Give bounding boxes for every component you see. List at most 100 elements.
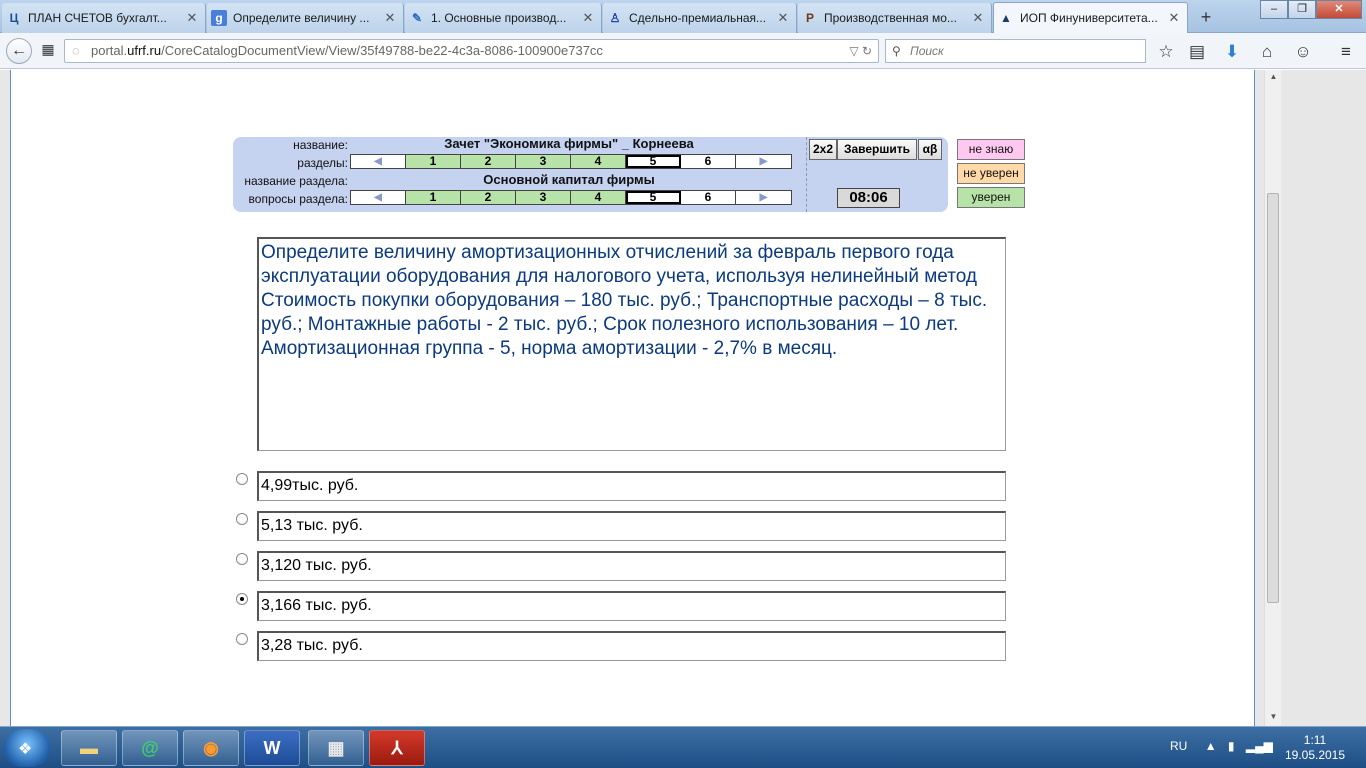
question-cell[interactable]: 6 — [681, 191, 736, 204]
tab-close-icon[interactable]: ✕ — [971, 10, 985, 26]
prev-section-icon[interactable]: ◀ — [351, 155, 406, 168]
grid-2x2-button[interactable]: 2x2 — [809, 139, 837, 160]
tab-favicon-icon: P — [805, 11, 814, 25]
new-tab-button[interactable]: + — [1196, 7, 1216, 28]
not-sure-button[interactable]: не уверен — [957, 163, 1025, 184]
calculator-taskbar-icon[interactable]: ▦ — [308, 730, 364, 766]
mail-agent-taskbar-icon[interactable]: @ — [122, 730, 178, 766]
answer-option[interactable]: 5,13 тыс. руб. — [257, 511, 1006, 541]
section-cell-current[interactable]: 5 — [626, 155, 681, 168]
tab-title: Определите величину ... — [233, 11, 370, 25]
question-cell[interactable]: 3 — [516, 191, 571, 204]
window-controls: – ❐ ✕ — [1260, 0, 1362, 19]
answer-option[interactable]: 4,99тыс. руб. — [257, 471, 1006, 501]
url-domain: ufrf.ru — [127, 43, 162, 58]
tab-favicon-icon: g — [211, 10, 227, 26]
section-title: Основной капитал фирмы — [483, 172, 655, 187]
search-icon: ⚲ — [892, 44, 901, 58]
url-path: /CoreCatalogDocumentView/View/35f49788-b… — [161, 43, 603, 58]
scroll-thumb[interactable] — [1267, 193, 1279, 603]
tab-opredelite[interactable]: g Определите величину ... ✕ — [207, 3, 404, 33]
tab-plan-schetov[interactable]: Ц ПЛАН СЧЕТОВ бухгалт... ✕ — [2, 3, 206, 33]
home-icon[interactable]: ⌂ — [1256, 41, 1278, 63]
tab-close-icon[interactable]: ✕ — [185, 10, 199, 26]
panel-divider — [806, 137, 807, 212]
tab-favicon-icon: ✎ — [411, 11, 423, 25]
answer-option[interactable]: 3,120 тыс. руб. — [257, 551, 1006, 581]
label-section-name: название раздела: — [244, 174, 348, 188]
search-input[interactable]: ⚲ Поиск — [885, 39, 1146, 63]
question-cell[interactable]: 1 — [406, 191, 461, 204]
question-cell[interactable]: 2 — [461, 191, 516, 204]
next-question-icon[interactable]: ▶ — [736, 191, 791, 204]
windows-taskbar: ❖ ▬ @ ◉ W ▦ ⅄ RU ▲ ▮ ▂▄▆ 1:11 19.05.2015 — [0, 726, 1366, 768]
tab-favicon-icon: ♙ — [609, 11, 621, 25]
answer-radio[interactable] — [236, 553, 248, 565]
globe-icon: ◌ — [72, 43, 80, 58]
firefox-taskbar-icon[interactable]: ◉ — [183, 730, 239, 766]
tab-iop-active[interactable]: ▲ ИОП Финуниверситета... ✕ — [993, 2, 1188, 33]
section-cell[interactable]: 4 — [571, 155, 626, 168]
bookmarks-list-icon[interactable]: ▤ — [1186, 41, 1208, 63]
word-taskbar-icon[interactable]: W — [244, 730, 300, 766]
question-cell-current[interactable]: 5 — [626, 191, 681, 204]
sure-button[interactable]: уверен — [957, 187, 1025, 208]
start-button[interactable]: ❖ — [4, 729, 50, 767]
tab-close-icon[interactable]: ✕ — [1167, 10, 1181, 26]
vertical-scrollbar[interactable]: ▲ ▼ — [1264, 70, 1281, 726]
smiley-icon[interactable]: ☺ — [1292, 41, 1314, 63]
reload-icon[interactable]: ▽ ↻ — [849, 40, 872, 62]
tab-close-icon[interactable]: ✕ — [581, 10, 595, 26]
timer-display: 08:06 — [837, 188, 900, 208]
system-clock[interactable]: 1:11 19.05.2015 — [1280, 733, 1350, 763]
system-tray: RU ▲ ▮ ▂▄▆ — [1170, 739, 1273, 753]
back-arrow-icon[interactable]: ← — [6, 38, 32, 64]
acrobat-taskbar-icon[interactable]: ⅄ — [369, 730, 425, 766]
scroll-down-icon[interactable]: ▼ — [1265, 712, 1282, 721]
answer-radio[interactable] — [236, 513, 248, 525]
tab-close-icon[interactable]: ✕ — [383, 10, 397, 26]
tab-close-icon[interactable]: ✕ — [776, 10, 790, 26]
windows-logo-icon: ❖ — [18, 741, 33, 758]
tab-title: Сдельно-премиальная... — [629, 11, 767, 25]
tab-title: ПЛАН СЧЕТОВ бухгалт... — [28, 11, 167, 25]
maximize-icon[interactable]: ❐ — [1288, 0, 1316, 19]
question-cell[interactable]: 4 — [571, 191, 626, 204]
section-cell[interactable]: 6 — [681, 155, 736, 168]
tab-groups-icon[interactable]: ▦ — [37, 38, 59, 60]
network-icon[interactable]: ▮ — [1228, 739, 1235, 753]
menu-icon[interactable]: ≡ — [1335, 41, 1357, 63]
prev-question-icon[interactable]: ◀ — [351, 191, 406, 204]
tab-sdelno[interactable]: ♙ Сдельно-премиальная... ✕ — [603, 3, 797, 33]
next-section-icon[interactable]: ▶ — [736, 155, 791, 168]
tab-osnovnye[interactable]: ✎ 1. Основные производ... ✕ — [405, 3, 602, 33]
bookmark-star-icon[interactable]: ☆ — [1155, 41, 1177, 63]
section-cell[interactable]: 3 — [516, 155, 571, 168]
tab-proizvodstvennaya[interactable]: P Производственная мо... ✕ — [798, 3, 992, 33]
url-bar[interactable]: ◌ portal.ufrf.ru/CoreCatalogDocumentView… — [64, 39, 879, 63]
tab-favicon-icon: ▲ — [1000, 11, 1012, 25]
tray-expand-icon[interactable]: ▲ — [1205, 739, 1217, 753]
clock-time: 1:11 — [1303, 733, 1327, 747]
answer-option-selected[interactable]: 3,166 тыс. руб. — [257, 591, 1006, 621]
label-name: название: — [293, 138, 348, 152]
scroll-up-icon[interactable]: ▲ — [1265, 72, 1282, 81]
answer-radio[interactable] — [236, 633, 248, 645]
minimize-icon[interactable]: – — [1260, 0, 1288, 19]
answer-option[interactable]: 3,28 тыс. руб. — [257, 631, 1006, 661]
section-cell[interactable]: 1 — [406, 155, 461, 168]
language-indicator[interactable]: RU — [1170, 739, 1187, 753]
section-cell[interactable]: 2 — [461, 155, 516, 168]
explorer-taskbar-icon[interactable]: ▬ — [61, 730, 117, 766]
finish-button[interactable]: Завершить — [837, 139, 917, 160]
sections-row: ◀ 1 2 3 4 5 6 ▶ — [350, 154, 792, 169]
alpha-beta-button[interactable]: αβ — [918, 139, 942, 160]
browser-tab-bar: Ц ПЛАН СЧЕТОВ бухгалт... ✕ g Определите … — [0, 0, 1366, 33]
dont-know-button[interactable]: не знаю — [957, 139, 1025, 160]
navigation-bar: ← ▦ ◌ portal.ufrf.ru/CoreCatalogDocument… — [0, 33, 1366, 69]
download-icon[interactable]: ⬇ — [1221, 41, 1243, 63]
answer-radio-selected[interactable] — [236, 593, 248, 605]
answer-radio[interactable] — [236, 473, 248, 485]
window-close-icon[interactable]: ✕ — [1316, 0, 1362, 19]
signal-icon[interactable]: ▂▄▆ — [1246, 739, 1273, 753]
